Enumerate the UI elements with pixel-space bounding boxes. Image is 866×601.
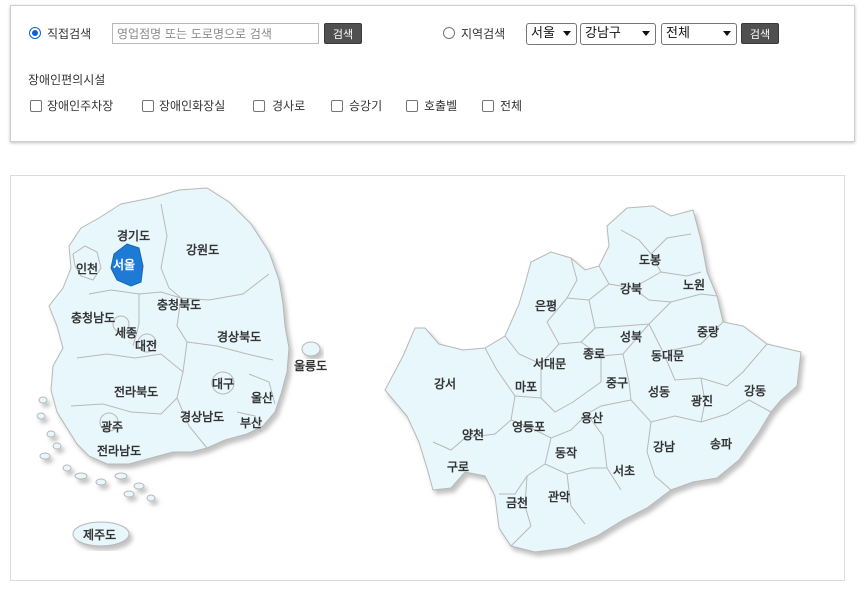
label-gyeonggi[interactable]: 경기도 — [117, 228, 150, 243]
label-gangseo[interactable]: 강서 — [434, 376, 456, 391]
label-gyeongbuk[interactable]: 경상북도 — [217, 329, 261, 344]
branch-type-select-value: 전체 — [666, 26, 690, 41]
direct-search-button[interactable]: 검색 — [324, 23, 362, 44]
chevron-down-icon — [642, 31, 650, 36]
label-gwanak[interactable]: 관악 — [548, 489, 570, 504]
label-geumcheon[interactable]: 금천 — [506, 495, 528, 510]
region-ulleung[interactable] — [301, 341, 321, 357]
label-ulleung[interactable]: 울릉도 — [294, 358, 327, 373]
label-jeonbuk[interactable]: 전라북도 — [114, 384, 158, 399]
label-busan[interactable]: 부산 — [240, 415, 262, 430]
checkbox-all-label[interactable]: 전체 — [500, 97, 522, 114]
label-yeongdeungpo[interactable]: 영등포 — [512, 419, 545, 434]
label-eunpyeong[interactable]: 은평 — [535, 299, 557, 313]
checkbox-call-bell[interactable] — [406, 100, 418, 112]
map-panel: 경기도 강원도 인천 서울 충청북도 충청남도 세종 대전 경상북도 울릉도 대… — [10, 175, 845, 581]
checkbox-elevator[interactable] — [331, 100, 343, 112]
label-songpa[interactable]: 송파 — [710, 436, 732, 451]
district-select[interactable]: 강남구 — [580, 23, 656, 45]
keyword-search-input[interactable] — [112, 23, 319, 44]
checkbox-restroom[interactable] — [142, 100, 154, 112]
label-jongno[interactable]: 종로 — [583, 347, 605, 361]
direct-search-label: 직접검색 — [47, 27, 92, 41]
label-gwangju[interactable]: 광주 — [101, 419, 123, 434]
label-seodaemun[interactable]: 서대문 — [533, 356, 566, 371]
label-nowon[interactable]: 노원 — [683, 278, 705, 292]
label-guro[interactable]: 구로 — [447, 460, 469, 474]
label-incheon[interactable]: 인천 — [76, 261, 98, 276]
checkbox-ramp-label[interactable]: 경사로 — [272, 97, 305, 114]
city-select-value: 서울 — [531, 26, 555, 41]
district-select-value: 강남구 — [585, 26, 621, 41]
chevron-down-icon — [723, 31, 731, 36]
region-search-label: 지역검색 — [461, 27, 506, 41]
label-gwangjin[interactable]: 광진 — [691, 393, 713, 408]
checkbox-restroom-label[interactable]: 장애인화장실 — [159, 97, 225, 114]
checkbox-elevator-label[interactable]: 승강기 — [349, 97, 382, 114]
checkbox-ramp[interactable] — [253, 100, 265, 112]
label-seocho[interactable]: 서초 — [613, 463, 635, 478]
label-mapo[interactable]: 마포 — [515, 379, 537, 394]
label-sejong[interactable]: 세종 — [115, 325, 137, 340]
label-yangcheon[interactable]: 양천 — [462, 427, 484, 442]
label-junggu[interactable]: 중구 — [606, 376, 628, 390]
label-dongjak[interactable]: 동작 — [555, 445, 577, 460]
city-select[interactable]: 서울 — [526, 23, 577, 45]
checkbox-parking[interactable] — [30, 100, 42, 112]
region-maps: 경기도 강원도 인천 서울 충청북도 충청남도 세종 대전 경상북도 울릉도 대… — [36, 187, 802, 553]
label-gangdong[interactable]: 강동 — [744, 384, 766, 398]
search-panel: 직접검색 검색 지역검색 서울 강남구 전체 검색 장애인편의시설 장애인주차장… — [10, 5, 855, 142]
label-gangwon[interactable]: 강원도 — [186, 243, 219, 257]
label-daejeon[interactable]: 대전 — [135, 338, 157, 353]
checkbox-all[interactable] — [482, 100, 494, 112]
seoul-map: 도봉 노원 강북 은평 성북 중랑 종로 서대문 동대문 마포 중구 강서 성동… — [384, 205, 802, 553]
label-gangbuk[interactable]: 강북 — [620, 282, 642, 296]
checkbox-call-bell-label[interactable]: 호출벨 — [424, 97, 457, 114]
label-jeju[interactable]: 제주도 — [83, 528, 116, 542]
label-gangnam[interactable]: 강남 — [653, 439, 675, 454]
region-search-radio[interactable] — [443, 27, 455, 39]
branch-type-select[interactable]: 전체 — [661, 23, 737, 45]
label-chungnam[interactable]: 충청남도 — [71, 310, 115, 325]
label-ulsan[interactable]: 울산 — [251, 390, 273, 405]
label-seongbuk[interactable]: 성북 — [620, 330, 642, 344]
checkbox-parking-label[interactable]: 장애인주차장 — [47, 97, 113, 114]
label-seoul[interactable]: 서울 — [113, 257, 135, 272]
label-jeonnam[interactable]: 전라남도 — [97, 443, 141, 458]
label-gyeongnam[interactable]: 경상남도 — [180, 409, 224, 424]
chevron-down-icon — [563, 31, 571, 36]
label-jungnang[interactable]: 중랑 — [697, 325, 719, 339]
label-chungbuk[interactable]: 충청북도 — [157, 297, 201, 312]
label-dongdaemun[interactable]: 동대문 — [651, 349, 684, 363]
label-yongsan[interactable]: 용산 — [581, 410, 603, 425]
label-seongdong[interactable]: 성동 — [648, 385, 670, 399]
label-daegu[interactable]: 대구 — [212, 377, 234, 391]
facilities-title: 장애인편의시설 — [28, 73, 106, 87]
direct-search-radio[interactable] — [29, 27, 41, 39]
korea-map: 경기도 강원도 인천 서울 충청북도 충청남도 세종 대전 경상북도 울릉도 대… — [36, 187, 327, 547]
region-search-button[interactable]: 검색 — [741, 23, 779, 44]
label-dobong[interactable]: 도봉 — [639, 253, 661, 267]
